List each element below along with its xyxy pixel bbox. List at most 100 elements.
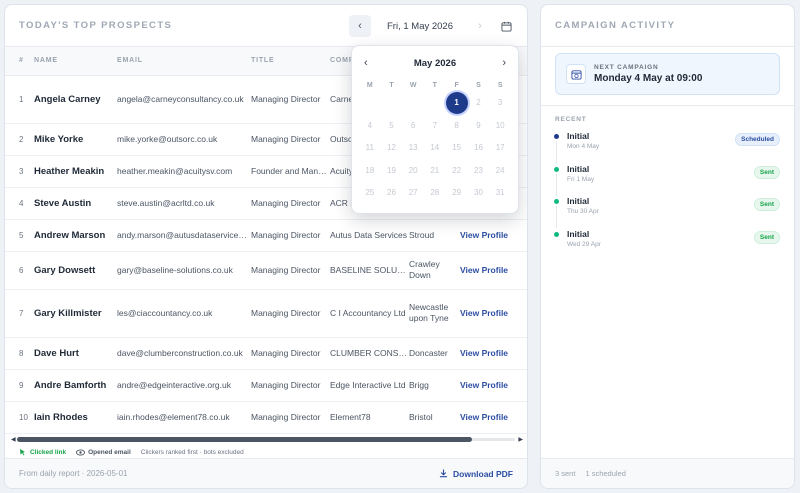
scroll-left-icon[interactable]: ◀	[11, 436, 16, 443]
calendar-day-number: 10	[495, 120, 505, 130]
calendar-day[interactable]: 3	[489, 92, 511, 115]
view-profile-link[interactable]: View Profile	[460, 369, 527, 402]
calendar-day[interactable]: 21	[424, 160, 446, 183]
cell-num: 2	[5, 123, 34, 156]
calendar-day[interactable]: 30	[468, 182, 490, 205]
cell-name: Gary Dowsett	[34, 251, 117, 290]
report-source-note: From daily report · 2026-05-01	[19, 469, 128, 478]
cell-email: gary@baseline-solutions.co.uk	[117, 251, 251, 290]
scroll-thumb[interactable]	[17, 437, 472, 442]
calendar-day-number: 12	[387, 143, 396, 152]
calendar-day[interactable]: 28	[424, 182, 446, 205]
calendar-day-number: 27	[408, 188, 418, 197]
calendar-day-number: 24	[495, 165, 505, 175]
calendar-day[interactable]: 31	[489, 182, 511, 205]
calendar-day[interactable]: 22	[446, 160, 468, 183]
calendar-day-number: 22	[452, 165, 462, 175]
calendar-day-number: 28	[430, 188, 440, 197]
calendar-day-number: 1	[445, 92, 468, 114]
activity-item[interactable]: Initial Wed 29 Apr Sent	[541, 227, 794, 260]
campaign-header: CAMPAIGN ACTIVITY	[541, 5, 794, 47]
cell-num: 4	[5, 187, 34, 220]
calendar-day[interactable]: 10	[489, 115, 511, 138]
calendar-day[interactable]: 7	[424, 115, 446, 138]
calendar-day[interactable]: 12	[381, 137, 403, 160]
calendar-day[interactable]: 16	[468, 137, 490, 160]
calendar-day-number: 6	[410, 120, 416, 130]
scroll-right-icon[interactable]: ▶	[518, 436, 523, 443]
calendar-toggle-button[interactable]	[495, 15, 517, 37]
table-row[interactable]: 9 Andre Bamforth andre@edgeinteractive.org…	[5, 369, 527, 402]
date-navigator: ‹ Fri, 1 May 2026 ›	[349, 15, 517, 37]
calendar-day[interactable]: 9	[468, 115, 490, 138]
table-row[interactable]: 8 Dave Hurt dave@clumberconstruction.co.uk…	[5, 337, 527, 370]
calendar-day[interactable]: 8	[446, 115, 468, 138]
calendar-day[interactable]: 13	[402, 137, 424, 160]
cell-title: Managing Director	[251, 369, 330, 402]
table-row[interactable]: 7 Gary Killmister les@ciaccountancy.co.uk M…	[5, 289, 527, 338]
activity-item[interactable]: Initial Mon 4 May Scheduled	[541, 129, 794, 163]
calendar-day[interactable]: 18	[359, 160, 381, 183]
view-profile-link[interactable]: View Profile	[460, 289, 527, 338]
cell-num: 6	[5, 251, 34, 290]
calendar-day[interactable]: 4	[359, 115, 381, 138]
cursor-click-icon	[20, 449, 25, 456]
calendar-header: ‹ May 2026 ›	[352, 46, 518, 80]
view-profile-link[interactable]: View Profile	[460, 337, 527, 370]
calendar-day[interactable]: 6	[402, 115, 424, 138]
calendar-day[interactable]: 29	[446, 182, 468, 205]
calendar-day[interactable]: 15	[446, 137, 468, 160]
next-day-button[interactable]: ›	[469, 15, 491, 37]
calendar-day[interactable]: 11	[359, 137, 381, 160]
calendar-day[interactable]: 23	[468, 160, 490, 183]
weekday-label: W	[409, 82, 417, 89]
next-month-button[interactable]: ›	[502, 57, 506, 69]
calendar-day[interactable]: 26	[381, 182, 403, 205]
calendar-day-number: 30	[474, 188, 483, 197]
calendar-day[interactable]: 27	[402, 182, 424, 205]
activity-item[interactable]: Initial Fri 1 May Sent	[541, 162, 794, 196]
calendar-day[interactable]: 17	[489, 137, 511, 160]
table-row[interactable]: 5 Andrew Marson andy.marson@autusdataservi…	[5, 219, 527, 252]
previous-day-button[interactable]: ‹	[349, 15, 371, 37]
calendar-day[interactable]: 5	[381, 115, 403, 138]
cell-email: iain.rhodes@element78.co.uk	[117, 401, 251, 434]
prospects-panel: TODAY'S TOP PROSPECTS ‹ Fri, 1 May 2026 …	[4, 4, 528, 489]
calendar-day[interactable]: 20	[402, 160, 424, 183]
current-date-label[interactable]: Fri, 1 May 2026	[371, 21, 469, 32]
calendar-day[interactable]: 19	[381, 160, 403, 183]
cell-email: andy.marson@autusdataservices.co.uk	[117, 219, 251, 252]
horizontal-scrollbar[interactable]: ◀ ▶	[11, 436, 523, 443]
view-profile-link[interactable]: View Profile	[460, 219, 527, 252]
calendar-day[interactable]: 14	[424, 137, 446, 160]
view-profile-link[interactable]: View Profile	[460, 401, 527, 434]
calendar-empty-cell	[359, 92, 381, 115]
table-row[interactable]: 10 Iain Rhodes iain.rhodes@element78.co.uk…	[5, 401, 527, 434]
cell-name: Steve Austin	[34, 187, 117, 220]
calendar-day[interactable]: 1	[445, 92, 468, 115]
calendar-empty-cell	[381, 92, 403, 115]
calendar-day[interactable]: 2	[468, 92, 490, 115]
cell-name: Andre Bamforth	[34, 369, 117, 402]
cell-name: Iain Rhodes	[34, 401, 117, 434]
calendar-day[interactable]: 25	[359, 182, 381, 205]
cell-email: les@ciaccountancy.co.uk	[117, 289, 251, 338]
cell-town: Newcastle upon Tyne	[409, 289, 460, 338]
cell-company: C I Accountancy Ltd	[330, 289, 409, 338]
download-pdf-button[interactable]: Download PDF	[439, 469, 513, 479]
table-row[interactable]: 6 Gary Dowsett gary@baseline-solutions.co.…	[5, 251, 527, 290]
cell-name: Heather Meakin	[34, 155, 117, 188]
status-dot-icon	[554, 199, 559, 204]
calendar-day[interactable]: 24	[489, 160, 511, 183]
calendar-day-number: 21	[430, 165, 440, 175]
cell-title: Managing Director	[251, 219, 330, 252]
view-profile-link[interactable]: View Profile	[460, 251, 527, 290]
activity-item[interactable]: Initial Thu 30 Apr Sent	[541, 194, 794, 228]
cell-title: Managing Director	[251, 401, 330, 434]
timeline-connector	[556, 141, 557, 163]
scheduled-count: 1 scheduled	[585, 469, 626, 478]
previous-month-button[interactable]: ‹	[364, 57, 368, 69]
cell-title: Managing Director	[251, 123, 330, 156]
calendar-day-number: 18	[365, 165, 375, 175]
cell-company: Edge Interactive Ltd	[330, 369, 409, 402]
